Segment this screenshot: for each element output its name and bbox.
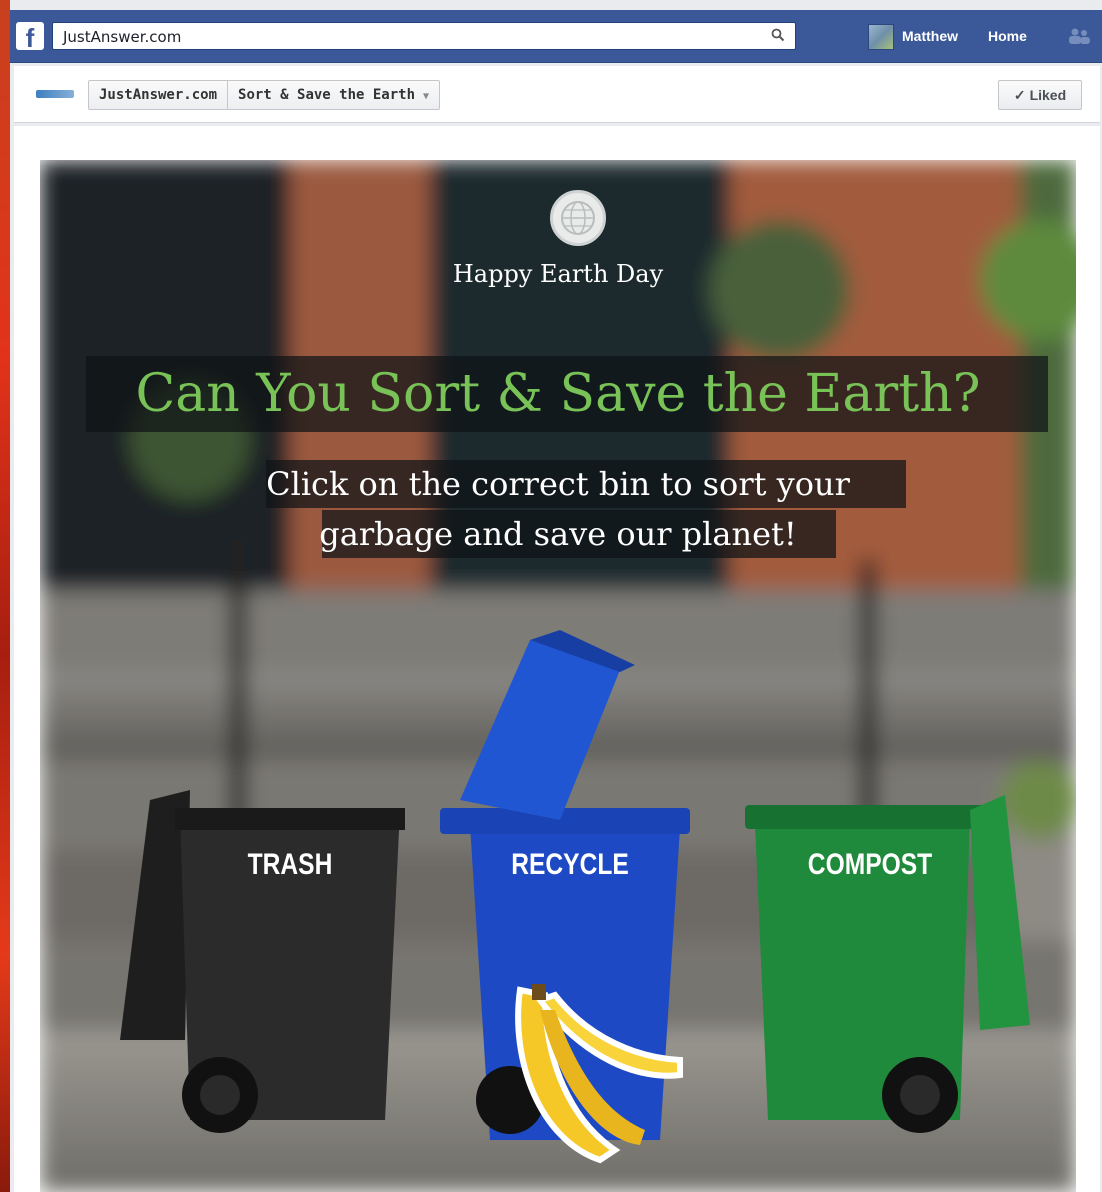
page-header: JustAnswer.com Sort & Save the Earth ▼ ✓ L… <box>14 66 1100 123</box>
breadcrumb: JustAnswer.com Sort & Save the Earth ▼ <box>88 80 441 110</box>
facebook-bluebar: f JustAnswer.com Matthew Home <box>10 10 1102 63</box>
breadcrumb-tab-dropdown[interactable]: Sort & Save the Earth ▼ <box>227 81 439 109</box>
chevron-down-icon: ▼ <box>423 91 430 102</box>
trash-bin-button[interactable]: TRASH <box>175 808 405 1138</box>
app-content-card: Happy Earth Day Can You Sort & Save the … <box>14 126 1100 1192</box>
user-name: Matthew <box>902 28 958 44</box>
earth-day-badge-text: Happy Earth Day <box>452 260 664 288</box>
search-text: JustAnswer.com <box>63 28 182 46</box>
compost-bin-button[interactable]: COMPOST <box>745 800 1035 1140</box>
trash-bin-label: TRASH <box>247 848 333 881</box>
breadcrumb-page-label: JustAnswer.com <box>99 87 218 103</box>
home-link[interactable]: Home <box>988 28 1027 44</box>
breadcrumb-page[interactable]: JustAnswer.com <box>89 81 227 109</box>
game-scene: Happy Earth Day Can You Sort & Save the … <box>40 160 1076 1192</box>
search-icon[interactable] <box>771 28 785 42</box>
instruction-text-line2: garbage and save our planet! <box>319 515 797 553</box>
facebook-logo-icon[interactable]: f <box>16 22 44 53</box>
recycle-bin-label: RECYCLE <box>511 848 629 881</box>
justanswer-logo[interactable] <box>36 90 74 98</box>
game-headline: Can You Sort & Save the Earth? <box>135 364 981 424</box>
globe-icon <box>550 190 606 246</box>
instruction-text-line1: Click on the correct bin to sort your <box>266 465 850 503</box>
compost-bin-label: COMPOST <box>807 848 933 881</box>
browser-window: f JustAnswer.com Matthew Home JustAnswer… <box>10 0 1102 1192</box>
breadcrumb-tab-label: Sort & Save the Earth <box>238 87 416 103</box>
recycle-bin-button[interactable]: RECYCLE <box>445 640 695 1140</box>
liked-button[interactable]: ✓ Liked <box>998 80 1082 110</box>
checkmark-icon: ✓ <box>1013 87 1026 103</box>
liked-label: Liked <box>1029 87 1067 103</box>
friends-icon[interactable] <box>1068 28 1090 44</box>
search-input[interactable]: JustAnswer.com <box>52 22 796 50</box>
avatar <box>868 24 894 50</box>
